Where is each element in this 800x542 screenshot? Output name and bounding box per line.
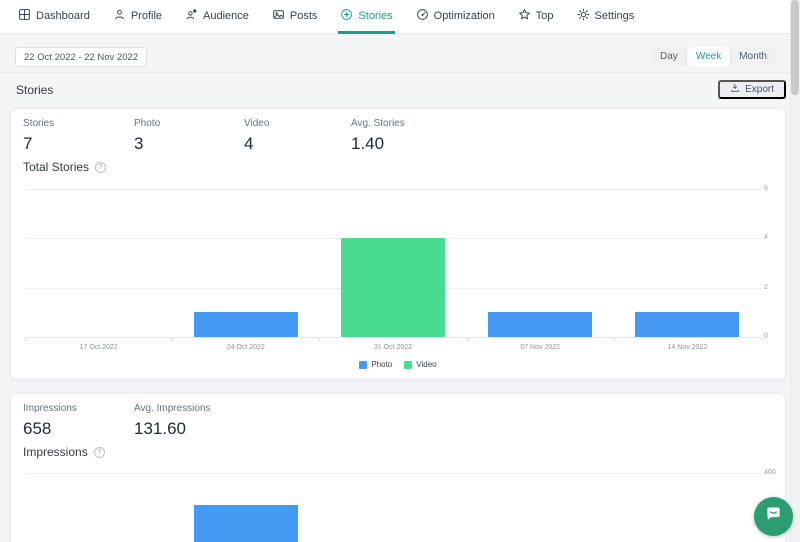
gridline [25,337,761,338]
nav-item-label: Posts [290,10,318,22]
x-axis-tickmark [25,337,26,341]
top-icon [518,8,531,24]
bar-impressions-1[interactable] [194,505,298,542]
toggle-day[interactable]: Day [651,47,687,66]
nav-item-label: Dashboard [36,10,90,22]
chart-legend: Photo Video [11,360,785,369]
settings-icon [577,8,590,24]
x-axis-label: 07 Nov 2022 [467,344,614,351]
x-axis-label: 17 Oct 2022 [25,344,172,351]
date-range-button[interactable]: 22 Oct 2022 - 22 Nov 2022 [15,47,147,67]
nav-item-optimization[interactable]: Optimization [414,0,497,34]
nav-item-profile[interactable]: Profile [111,0,164,34]
nav-item-label: Settings [595,10,635,22]
y-axis-tick-label: 4 [764,234,768,241]
scrollbar-track[interactable] [790,0,800,542]
main-nav: Dashboard Profile Audience Posts Stories… [0,0,800,34]
x-axis-tickmark [614,337,615,341]
nav-item-label: Stories [358,10,392,22]
legend-label: Video [416,360,436,369]
x-axis-tickmark [319,337,320,341]
profile-icon [113,8,126,24]
legend-swatch [359,361,367,369]
y-axis-tick-label: 6 [764,185,768,192]
page-title: Stories [16,83,53,97]
legend-item-photo[interactable]: Photo [359,360,392,369]
x-axis-label: 24 Oct 2022 [172,344,319,351]
export-button-label: Export [745,84,774,95]
toggle-month[interactable]: Month [730,47,776,66]
nav-item-posts[interactable]: Posts [270,0,320,34]
posts-icon [272,8,285,24]
y-axis-tick-label: 400 [764,469,776,476]
impressions-chart: 400 [11,394,785,542]
legend-swatch [404,361,412,369]
nav-item-settings[interactable]: Settings [575,0,637,34]
legend-label: Photo [371,360,392,369]
stories-icon [340,8,353,24]
export-button[interactable]: Export [718,80,786,99]
bar-photo-3[interactable] [488,312,592,337]
bar-video-2[interactable] [341,238,445,337]
nav-item-label: Top [536,10,554,22]
x-axis-tickmark [761,337,762,341]
total-stories-chart: 0 2 4 6 17 Oct 202224 Oct 202231 Oct 202207 … [11,109,785,379]
nav-item-top[interactable]: Top [516,0,556,34]
toolbar-divider [0,72,800,73]
nav-item-stories[interactable]: Stories [338,0,394,34]
bar-photo-1[interactable] [194,312,298,337]
nav-item-audience[interactable]: Audience [183,0,251,34]
dashboard-icon [18,8,31,24]
bar-photo-4[interactable] [635,312,739,337]
y-axis-tick-label: 0 [764,333,768,340]
chat-bubble-icon [763,504,784,530]
stories-card: Stories 7 Photo 3 Video 4 Avg. Stories 1… [10,108,786,380]
nav-item-label: Optimization [434,10,495,22]
x-axis-tickmark [467,337,468,341]
nav-item-dashboard[interactable]: Dashboard [16,0,92,34]
nav-item-label: Audience [203,10,249,22]
gridline [25,189,761,190]
download-icon [730,83,740,96]
x-axis-label: 31 Oct 2022 [319,344,466,351]
gridline [25,473,761,474]
impressions-card: Impressions 658 Avg. Impressions 131.60 … [10,393,786,542]
legend-item-video[interactable]: Video [404,360,436,369]
view-granularity-toggle: Day Week Month [651,47,776,66]
audience-icon [185,8,198,24]
chat-launcher-button[interactable] [754,497,793,536]
optimization-icon [416,8,429,24]
nav-item-label: Profile [131,10,162,22]
x-axis-tickmark [172,337,173,341]
scrollbar-thumb[interactable] [791,0,799,95]
x-axis-label: 14 Nov 2022 [614,344,761,351]
y-axis-tick-label: 2 [764,284,768,291]
toggle-week[interactable]: Week [687,47,730,66]
